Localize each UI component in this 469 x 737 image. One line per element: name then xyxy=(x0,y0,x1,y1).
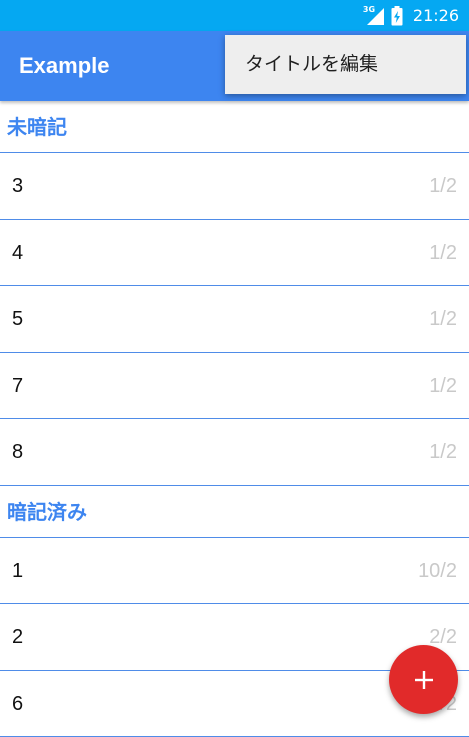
item-label: 1 xyxy=(12,538,23,604)
item-label: 7 xyxy=(12,353,23,419)
battery-charging-icon xyxy=(391,6,403,26)
overflow-menu: タイトルを編集 xyxy=(225,35,466,94)
item-progress: 1/2 xyxy=(429,153,457,219)
word-list: 未暗記 3 1/2 4 1/2 5 1/2 7 1/2 8 1/2 暗記済み 1… xyxy=(0,101,469,737)
signal-icon: 3G xyxy=(363,6,385,26)
page-title: Example xyxy=(19,31,110,101)
list-item[interactable]: 4 1/2 xyxy=(0,220,469,287)
network-type-label: 3G xyxy=(363,5,375,14)
add-button[interactable] xyxy=(389,645,458,714)
status-time: 21:26 xyxy=(413,0,459,31)
item-progress: 1/2 xyxy=(429,286,457,352)
item-label: 6 xyxy=(12,671,23,737)
item-progress: 10/2 xyxy=(418,538,457,604)
item-label: 5 xyxy=(12,286,23,352)
item-progress: 1/2 xyxy=(429,353,457,419)
item-label: 3 xyxy=(12,153,23,219)
list-item[interactable]: 5 1/2 xyxy=(0,286,469,353)
status-icons: 3G 21:26 xyxy=(363,0,459,31)
item-progress: 1/2 xyxy=(429,419,457,485)
section-title: 未暗記 xyxy=(7,101,67,153)
menu-item-edit-title[interactable]: タイトルを編集 xyxy=(245,35,378,93)
section-header-memorized: 暗記済み xyxy=(0,486,469,538)
list-item[interactable]: 1 10/2 xyxy=(0,538,469,605)
item-label: 2 xyxy=(12,604,23,670)
list-item[interactable]: 8 1/2 xyxy=(0,419,469,486)
item-label: 8 xyxy=(12,419,23,485)
status-bar: 3G 21:26 xyxy=(0,0,469,31)
item-progress: 1/2 xyxy=(429,220,457,286)
plus-icon xyxy=(412,668,436,692)
item-label: 4 xyxy=(12,220,23,286)
section-title: 暗記済み xyxy=(7,486,87,538)
section-header-unmemorized: 未暗記 xyxy=(0,101,469,153)
list-item[interactable]: 3 1/2 xyxy=(0,153,469,220)
list-item[interactable]: 7 1/2 xyxy=(0,353,469,420)
